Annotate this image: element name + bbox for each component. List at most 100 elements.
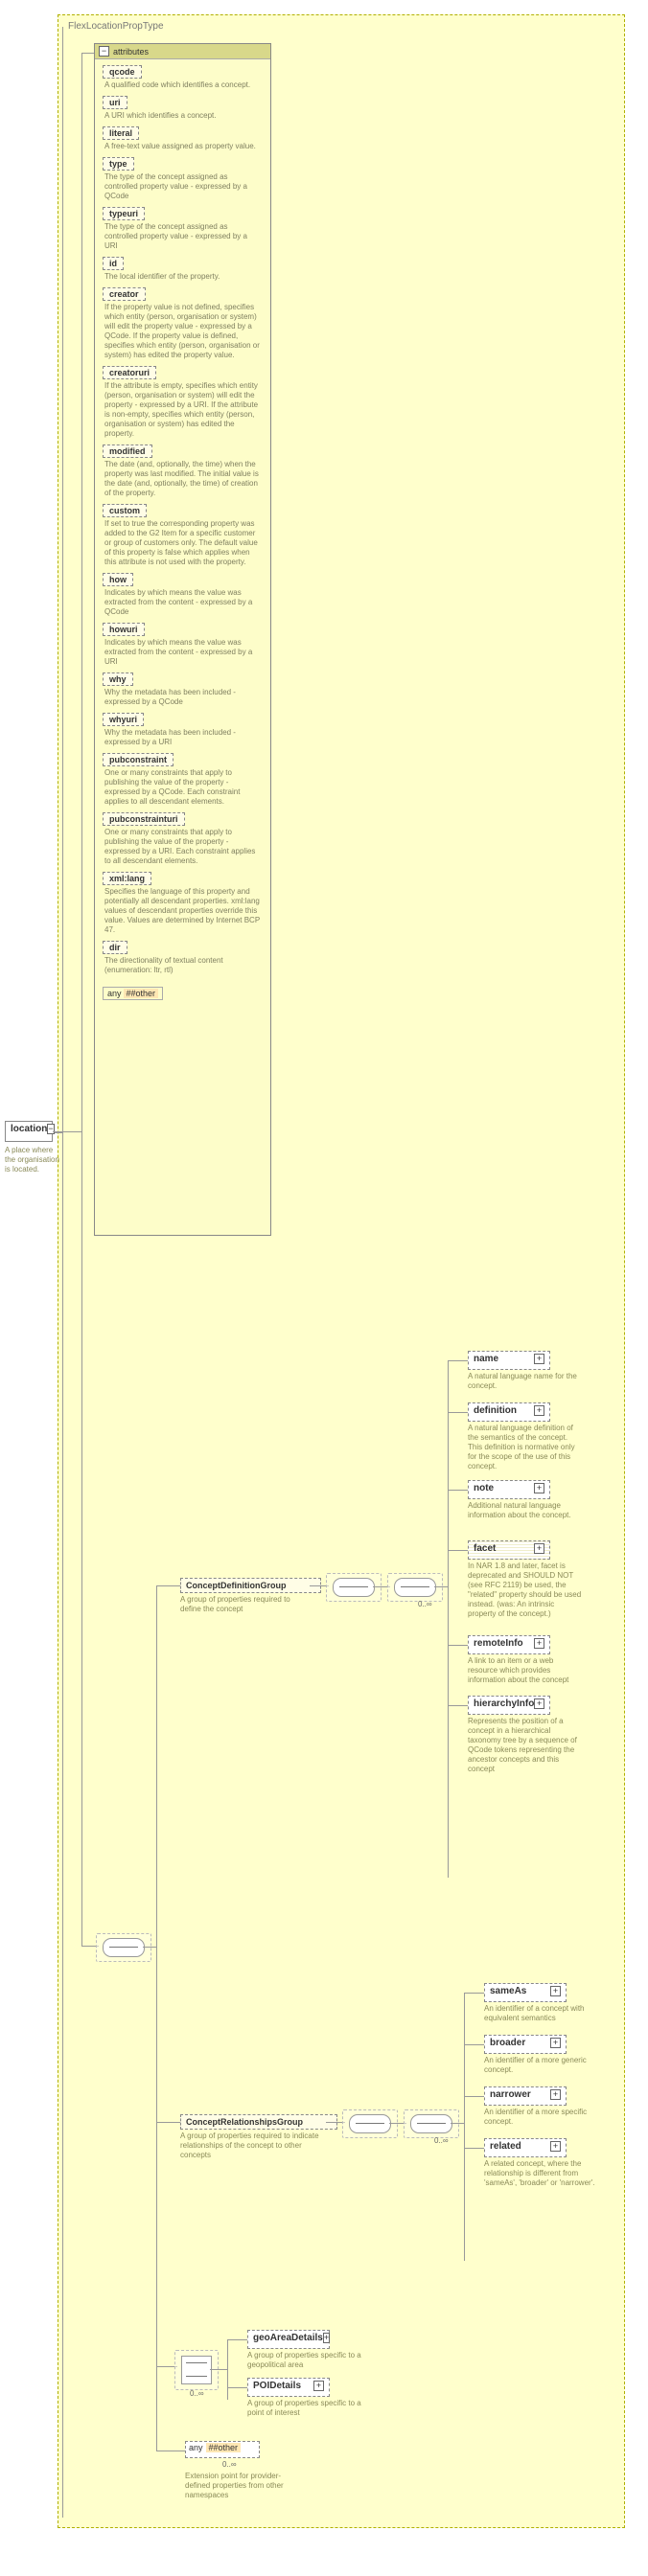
- attr-name[interactable]: whyuri: [103, 713, 144, 726]
- sequence-icon[interactable]: [103, 1938, 145, 1957]
- connector: [81, 1131, 82, 1946]
- connector: [448, 1705, 468, 1706]
- element-desc: A related concept, where the relationshi…: [484, 2159, 599, 2188]
- element-desc: A natural language name for the concept.: [468, 1372, 583, 1391]
- concept-definition-group[interactable]: ConceptDefinitionGroup: [180, 1578, 321, 1593]
- connector: [81, 53, 94, 54]
- attr-name[interactable]: creator: [103, 287, 146, 301]
- attr-name[interactable]: pubconstraint: [103, 753, 174, 766]
- connector: [448, 1645, 468, 1646]
- sequence-icon[interactable]: [394, 1578, 436, 1597]
- element-sameAs[interactable]: sameAs+: [484, 1983, 567, 2002]
- attr-name[interactable]: why: [103, 672, 133, 686]
- element-narrower[interactable]: narrower +: [484, 2086, 567, 2106]
- attr-name[interactable]: dir: [103, 941, 127, 954]
- attr-name[interactable]: literal: [103, 126, 139, 140]
- any-label: any: [107, 989, 122, 998]
- attr-creatoruri: creatoruriIf the attribute is empty, spe…: [103, 366, 263, 439]
- element-broader[interactable]: broader+: [484, 2035, 567, 2054]
- sequence-icon[interactable]: [349, 2114, 391, 2133]
- element-desc: A natural language definition of the sem…: [468, 1424, 583, 1471]
- element-name[interactable]: name+: [468, 1351, 550, 1370]
- element-label: definition: [474, 1405, 517, 1416]
- attr-desc: Specifies the language of this property …: [104, 887, 261, 935]
- expand-icon[interactable]: +: [550, 1986, 561, 1996]
- group-label: ConceptDefinitionGroup: [186, 1581, 287, 1590]
- attr-typeuri: typeuri The type of the concept assigned …: [103, 207, 263, 251]
- attr-name[interactable]: creatoruri: [103, 366, 156, 379]
- location-element[interactable]: location−: [5, 1121, 53, 1142]
- expand-icon[interactable]: +: [550, 2089, 561, 2100]
- attr-desc: One or many constraints that apply to pu…: [104, 828, 261, 866]
- attr-uri: uri A URI which identifies a concept.: [103, 96, 263, 121]
- attr-name[interactable]: id: [103, 257, 124, 270]
- element-note[interactable]: note +: [468, 1480, 550, 1499]
- expand-icon[interactable]: +: [534, 1354, 544, 1364]
- connector: [227, 2387, 247, 2388]
- element-label: narrower: [490, 2089, 531, 2100]
- choice-icon[interactable]: [181, 2356, 212, 2384]
- any-other-element[interactable]: any##other: [185, 2441, 260, 2458]
- element-geoAreaDetails[interactable]: geoAreaDetails+: [247, 2330, 330, 2349]
- attr-modified: modifiedThe date (and, optionally, the t…: [103, 445, 263, 498]
- location-label: location: [11, 1124, 47, 1134]
- expand-icon[interactable]: +: [323, 2333, 330, 2343]
- attr-name[interactable]: type: [103, 157, 134, 171]
- attr-desc: A URI which identifies a concept.: [104, 111, 261, 121]
- connector: [464, 1993, 465, 2261]
- attr-why: whyWhy the metadata has been included - …: [103, 672, 263, 707]
- sequence-icon[interactable]: [333, 1578, 375, 1597]
- connector: [464, 2044, 484, 2045]
- attr-whyuri: whyuriWhy the metadata has been included…: [103, 713, 263, 747]
- expand-icon[interactable]: +: [550, 2038, 561, 2048]
- connector: [62, 27, 63, 2518]
- element-facet[interactable]: facet+: [468, 1540, 550, 1560]
- expand-icon[interactable]: +: [534, 1405, 544, 1416]
- any-other-desc: Extension point for provider-defined pro…: [185, 2472, 300, 2500]
- connector: [451, 2123, 464, 2124]
- any-other-attr[interactable]: any##other: [103, 987, 163, 1000]
- expand-icon[interactable]: +: [313, 2381, 324, 2391]
- attr-name[interactable]: typeuri: [103, 207, 145, 220]
- element-hierarchyInfo[interactable]: hierarchyInfo+: [468, 1696, 550, 1715]
- expand-icon[interactable]: +: [534, 1483, 544, 1493]
- element-label: related: [490, 2141, 521, 2152]
- connector: [227, 2340, 228, 2400]
- expand-icon[interactable]: +: [534, 1638, 544, 1649]
- attr-how: howIndicates by which means the value wa…: [103, 573, 263, 617]
- cardinality: 0..∞: [434, 2136, 449, 2145]
- expand-icon[interactable]: +: [550, 2141, 561, 2152]
- element-definition[interactable]: definition +: [468, 1402, 550, 1422]
- attributes-list: qcodeA qualified code which identifies a…: [95, 65, 270, 975]
- element-remoteInfo[interactable]: remoteInfo+: [468, 1635, 550, 1654]
- group-desc: A group of properties required to define…: [180, 1595, 310, 1614]
- concept-relationships-group[interactable]: ConceptRelationshipsGroup: [180, 2114, 337, 2130]
- element-label: note: [474, 1483, 494, 1493]
- attr-name[interactable]: uri: [103, 96, 127, 109]
- expand-icon[interactable]: +: [534, 1543, 544, 1554]
- element-related[interactable]: related +: [484, 2138, 567, 2157]
- attr-name[interactable]: how: [103, 573, 133, 586]
- connector: [227, 2339, 247, 2340]
- attr-name[interactable]: pubconstrainturi: [103, 812, 185, 826]
- attr-name[interactable]: howuri: [103, 623, 145, 636]
- connector: [464, 2148, 484, 2149]
- attr-name[interactable]: custom: [103, 504, 147, 517]
- collapse-icon[interactable]: −: [47, 1124, 54, 1134]
- collapse-icon[interactable]: −: [99, 46, 109, 57]
- attr-name[interactable]: modified: [103, 445, 152, 458]
- attr-pubconstraint: pubconstraintOne or many constraints tha…: [103, 753, 263, 807]
- attr-name[interactable]: xml:lang: [103, 872, 151, 885]
- attr-desc: The type of the concept assigned as cont…: [104, 222, 261, 251]
- connector: [464, 1993, 484, 1994]
- attr-name[interactable]: qcode: [103, 65, 142, 79]
- element-desc: An identifier of a concept with equivale…: [484, 2004, 599, 2023]
- expand-icon[interactable]: +: [534, 1698, 544, 1709]
- element-POIDetails[interactable]: POIDetails+: [247, 2378, 330, 2397]
- sequence-icon[interactable]: [410, 2114, 452, 2133]
- attributes-header[interactable]: − attributes: [95, 44, 270, 59]
- connector: [143, 1947, 156, 1948]
- connector: [81, 53, 82, 1131]
- any-ns: ##other: [206, 2443, 242, 2452]
- group-label: ConceptRelationshipsGroup: [186, 2117, 303, 2127]
